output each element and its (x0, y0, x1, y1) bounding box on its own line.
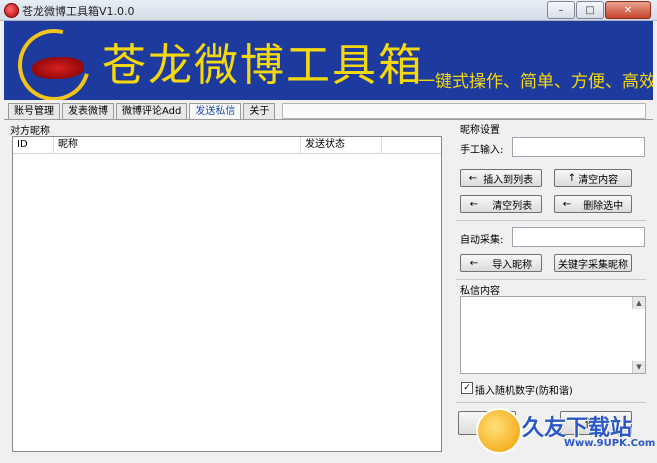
clear-content-button[interactable]: ↑ 清空内容 (554, 169, 632, 187)
arrow-left-icon: ← (468, 172, 478, 184)
watermark-url: Www.9UPK.Com (564, 438, 656, 449)
start-button[interactable]: 开 (458, 411, 516, 435)
app-icon (4, 3, 19, 18)
import-nick-button[interactable]: ← 导入昵称 (460, 254, 542, 272)
message-content-textarea[interactable]: ▲ ▼ (460, 296, 646, 374)
separator (456, 279, 646, 280)
manual-input-label: 手工输入: (460, 145, 504, 156)
banner: 苍龙微博工具箱 一键式操作、简单、方便、高效 (4, 21, 653, 100)
tab-account[interactable]: 账号管理 (8, 103, 60, 119)
arrow-left-icon: ← (469, 257, 479, 269)
minimize-icon: – (558, 4, 564, 16)
random-number-label[interactable]: 插入随机数字(防和谐) (475, 382, 573, 397)
nick-settings-label: 昵称设置 (460, 125, 500, 136)
auto-collect-field[interactable] (512, 227, 645, 247)
title-bar: 苍龙微博工具箱V1.0.0 – □ ✕ (0, 0, 657, 21)
tab-send-message[interactable]: 发送私信 (189, 103, 242, 120)
checkmark-icon: ✓ (463, 383, 471, 393)
separator (456, 220, 646, 221)
tab-about[interactable]: 关于 (243, 103, 276, 119)
column-status[interactable]: 发送状态 (301, 137, 382, 153)
tab-filler-box (282, 103, 646, 119)
target-nick-group-label: 对方昵称 (10, 126, 50, 137)
column-nick[interactable]: 昵称 (54, 137, 301, 153)
scroll-down-icon[interactable]: ▼ (632, 361, 645, 373)
close-icon: ✕ (623, 4, 633, 16)
close-button[interactable]: ✕ (605, 1, 651, 19)
dragon-logo-icon (32, 57, 84, 79)
arrow-left-icon: ← (469, 198, 479, 210)
maximize-button[interactable]: □ (576, 1, 604, 19)
manual-input-field[interactable] (512, 137, 645, 157)
window-title: 苍龙微博工具箱V1.0.0 (22, 5, 135, 18)
clear-list-button[interactable]: ← 清空列表 (460, 195, 542, 213)
insert-to-list-button[interactable]: ← 插入到列表 (460, 169, 542, 187)
minimize-button[interactable]: – (547, 1, 575, 19)
delete-selected-button[interactable]: ← 删除选中 (554, 195, 632, 213)
window-controls: – □ ✕ (546, 1, 651, 19)
auto-collect-label: 自动采集: (460, 235, 504, 246)
tab-post-weibo[interactable]: 发表微博 (62, 103, 114, 119)
maximize-icon: □ (585, 4, 595, 16)
arrow-left-icon: ← (562, 198, 572, 210)
listview-header: ID 昵称 发送状态 (13, 137, 441, 154)
separator (456, 402, 646, 403)
keyword-collect-nick-button[interactable]: 关键字采集昵称 (554, 254, 632, 272)
banner-slogan: 一键式操作、简单、方便、高效 (418, 72, 653, 92)
column-id[interactable]: ID (13, 137, 54, 153)
message-content-label: 私信内容 (460, 286, 500, 297)
arrow-up-icon: ↑ (567, 172, 577, 184)
stop-button[interactable]: 停止 (560, 411, 632, 435)
random-number-checkbox[interactable]: ✓ (461, 382, 473, 394)
tab-comment[interactable]: 微博评论Add (116, 103, 188, 119)
scroll-up-icon[interactable]: ▲ (632, 297, 645, 309)
nick-listview[interactable]: ID 昵称 发送状态 (12, 136, 442, 452)
tab-strip: 账号管理 发表微博 微博评论Add 发送私信 关于 (8, 103, 277, 120)
banner-title: 苍龙微博工具箱 (102, 40, 424, 91)
tab-divider (4, 119, 653, 120)
